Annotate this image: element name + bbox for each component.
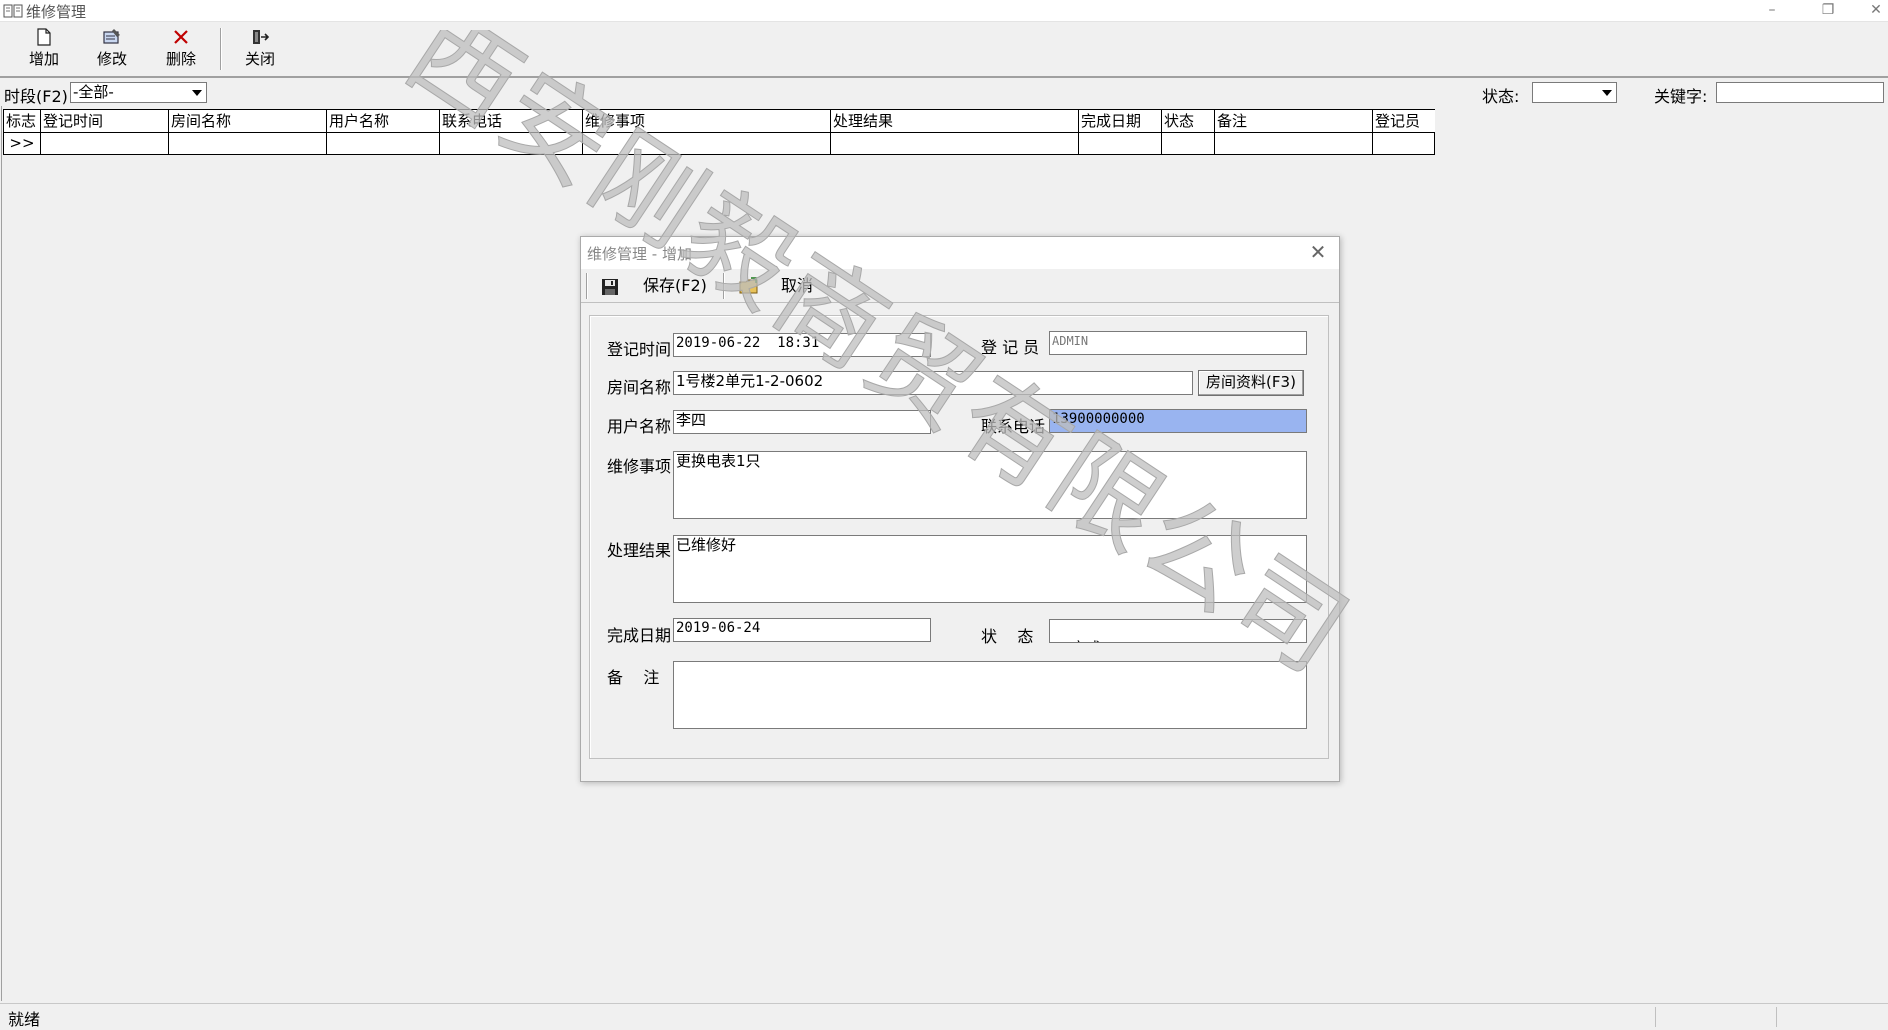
dialog-title: 维修管理 - 增加: [587, 245, 692, 263]
status-select-value: 完成: [1071, 639, 1101, 642]
chevron-down-icon[interactable]: [1598, 84, 1615, 101]
registrar-field[interactable]: ADMIN: [1049, 331, 1307, 355]
table-cell[interactable]: [831, 133, 1079, 154]
book-icon: [3, 4, 23, 18]
add-label: 增加: [28, 50, 59, 68]
remark-textarea[interactable]: [673, 661, 1307, 729]
remark-label: 备 注: [607, 668, 660, 687]
status-select[interactable]: 完成: [1049, 619, 1307, 643]
delete-label: 删除: [165, 50, 196, 68]
repair-edit-dialog: 维修管理 - 增加 ✕ 保存(F2) 取消 登记时间 2019-06-22 18…: [580, 236, 1340, 782]
cancel-label: 取消: [781, 276, 814, 295]
table-cell[interactable]: [440, 133, 583, 154]
table-cell[interactable]: [1079, 133, 1162, 154]
done-date-label: 完成日期: [607, 626, 672, 645]
table-cell[interactable]: [1162, 133, 1215, 154]
period-select-value: -全部-: [73, 83, 114, 101]
toolbar-separator: [723, 273, 725, 299]
reg-time-label: 登记时间: [607, 340, 672, 359]
chevron-down-icon[interactable]: [1286, 622, 1304, 640]
dialog-toolbar: 保存(F2) 取消: [581, 269, 1339, 303]
close-icon[interactable]: ✕: [1305, 241, 1331, 265]
cancel-button[interactable]: 取消: [739, 272, 829, 300]
status-filter-label: 状态:: [1482, 87, 1520, 106]
edit-label: 修改: [96, 50, 127, 68]
status-panel: [1776, 1007, 1888, 1027]
filter-bar: 时段(F2) -全部- 状态: 关键字:: [0, 80, 1888, 106]
edit-icon: [103, 29, 120, 44]
column-header[interactable]: 完成日期: [1079, 110, 1162, 133]
status-text: 就绪: [8, 1010, 41, 1029]
phone-label: 联系电话: [981, 417, 1046, 436]
row-indicator[interactable]: >>: [4, 133, 41, 154]
dialog-titlebar: 维修管理 - 增加 ✕: [581, 237, 1339, 269]
user-label: 用户名称: [607, 417, 672, 436]
restore-icon[interactable]: ❐: [1814, 0, 1842, 22]
keyword-label: 关键字:: [1654, 87, 1708, 106]
status-panel: [1655, 1007, 1775, 1027]
room-field[interactable]: 1号楼2单元1-2-0602: [673, 371, 1193, 395]
registrar-label: 登 记 员: [981, 338, 1040, 357]
room-label: 房间名称: [607, 378, 672, 397]
status-label: 状 态: [981, 627, 1034, 646]
chevron-down-icon[interactable]: [188, 84, 205, 101]
save-disk-icon: [602, 279, 618, 295]
result-label: 处理结果: [607, 541, 672, 560]
room-info-button[interactable]: 房间资料(F3): [1198, 370, 1304, 396]
status-bar: 就绪: [0, 1003, 1888, 1029]
table-cell[interactable]: [169, 133, 327, 154]
period-label: 时段(F2): [4, 87, 68, 106]
toolbar-grip: [586, 273, 588, 299]
column-header[interactable]: 维修事项: [583, 110, 831, 133]
column-header[interactable]: 标志: [4, 110, 41, 133]
column-header[interactable]: 状态: [1162, 110, 1215, 133]
minimize-icon[interactable]: –: [1758, 0, 1786, 22]
column-header[interactable]: 登记员: [1373, 110, 1435, 133]
add-button[interactable]: 增加: [12, 26, 76, 74]
table-cell[interactable]: [1215, 133, 1373, 154]
column-header[interactable]: 联系电话: [440, 110, 583, 133]
keyword-input[interactable]: [1716, 82, 1884, 103]
table-cell[interactable]: [583, 133, 831, 154]
grid-area-border: [1, 106, 2, 1001]
close-button[interactable]: 关闭: [228, 26, 292, 74]
main-toolbar: 增加 修改 删除 关闭: [0, 22, 1888, 78]
window-close-icon[interactable]: ✕: [1862, 0, 1888, 22]
delete-x-icon: [174, 30, 188, 44]
column-header[interactable]: 登记时间: [41, 110, 169, 133]
done-date-field[interactable]: 2019-06-24: [673, 618, 931, 642]
folder-icon: [739, 277, 758, 294]
toolbar-separator: [220, 28, 222, 70]
table-cell[interactable]: [1373, 133, 1435, 154]
status-filter-select[interactable]: [1532, 82, 1617, 103]
column-header[interactable]: 备注: [1215, 110, 1373, 133]
column-header[interactable]: 房间名称: [169, 110, 327, 133]
delete-button[interactable]: 删除: [149, 26, 213, 74]
save-button[interactable]: 保存(F2): [599, 272, 719, 300]
reg-time-field[interactable]: 2019-06-22 18:31: [673, 333, 931, 357]
repair-records-table[interactable]: 标志 登记时间 房间名称 用户名称 联系电话 维修事项 处理结果 完成日期 状态…: [3, 109, 1435, 155]
exit-door-icon: [253, 30, 270, 44]
period-select[interactable]: -全部-: [70, 82, 207, 103]
result-textarea[interactable]: 已维修好: [673, 535, 1307, 603]
phone-field[interactable]: 13900000000: [1049, 409, 1307, 433]
column-header[interactable]: 处理结果: [831, 110, 1079, 133]
window-title: 维修管理: [26, 3, 87, 21]
table-cell[interactable]: [327, 133, 440, 154]
user-field[interactable]: 李四: [673, 410, 931, 434]
window-titlebar: 维修管理 – ❐ ✕: [0, 0, 1888, 22]
new-document-icon: [37, 28, 51, 46]
save-label: 保存(F2): [643, 276, 707, 295]
column-header[interactable]: 用户名称: [327, 110, 440, 133]
edit-button[interactable]: 修改: [80, 26, 144, 74]
table-cell[interactable]: [41, 133, 169, 154]
repair-item-label: 维修事项: [607, 457, 672, 476]
repair-item-textarea[interactable]: 更换电表1只: [673, 451, 1307, 519]
close-label: 关闭: [244, 50, 275, 68]
